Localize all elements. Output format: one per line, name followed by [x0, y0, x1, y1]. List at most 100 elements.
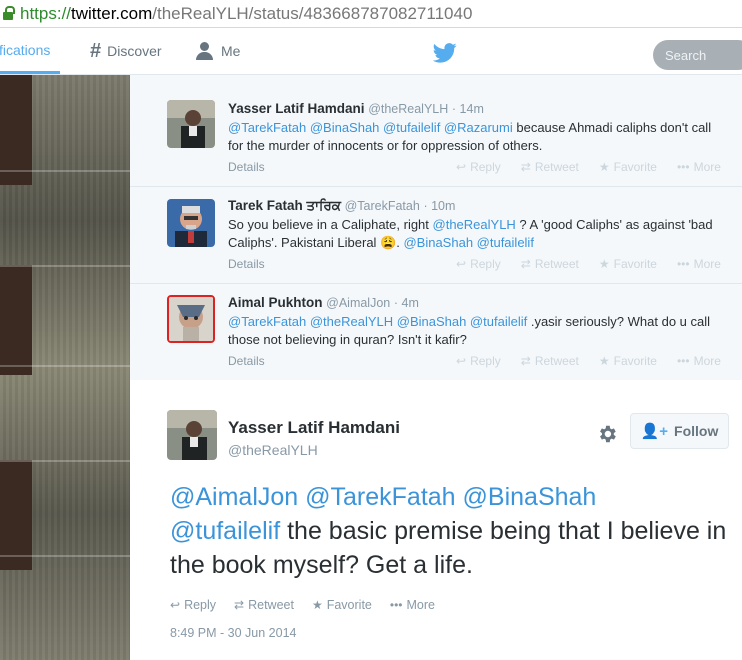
search-placeholder: Search — [665, 48, 707, 63]
reply-tweet[interactable]: Yasser Latif Hamdani @theRealYLH · 14m @… — [130, 75, 742, 187]
tweet-text: So you believe in a Caliphate, right @th… — [228, 216, 728, 252]
nav-me[interactable]: Me — [195, 28, 240, 74]
url-path: /theRealYLH/status/483668787082711040 — [152, 4, 473, 23]
avatar[interactable] — [167, 295, 215, 343]
retweet-label: Retweet — [248, 598, 294, 612]
tweet-text: @TarekFatah @BinaShah @tufailelif @Razar… — [228, 119, 728, 155]
nav-discover[interactable]: # Discover — [90, 28, 162, 74]
url-scheme: https:// — [20, 4, 72, 23]
retweet-label: Retweet — [534, 257, 579, 271]
top-navigation: tifications # Discover Me Search — [0, 28, 742, 75]
author-handle[interactable]: @theRealYLH — [228, 442, 318, 458]
focused-tweet: Yasser Latif Hamdani @theRealYLH 👤+ Foll… — [130, 380, 742, 660]
mention-link[interactable]: @theRealYLH — [433, 217, 516, 232]
reply-button[interactable]: ↩ Reply — [170, 598, 216, 612]
more-icon: ••• — [676, 354, 690, 368]
profile-background-image — [0, 75, 130, 660]
reply-label: Reply — [184, 598, 217, 612]
address-bar[interactable]: https://twitter.com/theRealYLH/status/48… — [0, 0, 742, 28]
favorite-label: Favorite — [613, 160, 657, 174]
reply-button[interactable]: ↩ Reply — [456, 160, 501, 174]
reply-tweet[interactable]: Aimal Pukhton @AimalJon · 4m @TarekFatah… — [130, 284, 742, 381]
favorite-label: Favorite — [613, 354, 657, 368]
avatar[interactable] — [167, 199, 215, 247]
avatar[interactable] — [167, 410, 217, 460]
favorite-button[interactable]: ★ Favorite — [312, 598, 372, 612]
star-icon: ★ — [598, 160, 610, 174]
hashtag-icon: # — [90, 39, 102, 62]
tweet-header: Aimal Pukhton @AimalJon · 4m — [228, 295, 419, 310]
follow-label: Follow — [674, 423, 719, 439]
nav-notifications-label: tifications — [0, 41, 51, 58]
mention-link[interactable]: @BinaShah @tufailelif — [403, 235, 533, 250]
add-user-icon: 👤+ — [640, 423, 669, 440]
author-name[interactable]: Aimal Pukhton — [228, 295, 323, 310]
details-link[interactable]: Details — [228, 354, 265, 368]
retweet-label: Retweet — [534, 354, 579, 368]
author-name[interactable]: Yasser Latif Hamdani — [228, 101, 365, 116]
mention-link[interactable]: @TarekFatah @BinaShah @tufailelif @Razar… — [228, 120, 513, 135]
more-label: More — [693, 354, 721, 368]
author-handle[interactable]: @theRealYLH — [368, 102, 448, 116]
author-name[interactable]: Tarek Fatah ਤਾਰਿਕ — [228, 198, 341, 213]
avatar[interactable] — [167, 100, 215, 148]
author-name[interactable]: Yasser Latif Hamdani — [228, 418, 400, 438]
follow-button[interactable]: 👤+ Follow — [630, 413, 729, 449]
nav-me-label: Me — [221, 43, 241, 59]
author-handle[interactable]: @AimalJon — [326, 296, 390, 310]
tweet-timestamp[interactable]: 8:49 PM - 30 Jun 2014 — [170, 626, 296, 640]
search-input[interactable]: Search — [653, 40, 742, 70]
tweet-header: Yasser Latif Hamdani @theRealYLH · 14m — [228, 101, 484, 116]
tweet-actions: ↩ Reply ⇄ Retweet ★ Favorite ••• More — [456, 354, 721, 368]
retweet-label: Retweet — [534, 160, 579, 174]
retweet-button[interactable]: ⇄ Retweet — [521, 354, 579, 368]
favorite-label: Favorite — [326, 598, 372, 612]
retweet-icon: ⇄ — [520, 354, 531, 368]
favorite-button[interactable]: ★ Favorite — [599, 354, 657, 368]
tweet-actions: ↩ Reply ⇄ Retweet ★ Favorite ••• More — [456, 160, 721, 174]
retweet-icon: ⇄ — [234, 598, 245, 612]
tweet-thread: Yasser Latif Hamdani @theRealYLH · 14m @… — [130, 75, 742, 660]
tweet-time[interactable]: · 10m — [423, 199, 455, 213]
more-button[interactable]: ••• More — [390, 598, 435, 612]
more-label: More — [406, 598, 435, 612]
more-button[interactable]: ••• More — [677, 160, 721, 174]
star-icon: ★ — [598, 257, 610, 271]
favorite-label: Favorite — [613, 257, 657, 271]
nav-notifications[interactable]: tifications — [0, 28, 61, 74]
retweet-button[interactable]: ⇄ Retweet — [521, 160, 579, 174]
tweet-actions: ↩ Reply ⇄ Retweet ★ Favorite ••• More — [456, 257, 721, 271]
url-text[interactable]: https://twitter.com/theRealYLH/status/48… — [20, 4, 472, 24]
tweet-text: @TarekFatah @theRealYLH @BinaShah @tufai… — [228, 313, 728, 349]
favorite-button[interactable]: ★ Favorite — [599, 160, 657, 174]
more-icon: ••• — [676, 257, 690, 271]
reply-button[interactable]: ↩ Reply — [456, 257, 501, 271]
gear-icon[interactable] — [596, 423, 618, 445]
reply-icon: ↩ — [456, 257, 467, 271]
more-button[interactable]: ••• More — [677, 354, 721, 368]
mention-link[interactable]: @TarekFatah @theRealYLH @BinaShah @tufai… — [228, 314, 527, 329]
tweet-text: @AimalJon @TarekFatah @BinaShah @tufailel… — [170, 480, 730, 582]
twitter-bird-icon[interactable] — [433, 43, 457, 63]
more-button[interactable]: ••• More — [677, 257, 721, 271]
reply-tweet[interactable]: Tarek Fatah ਤਾਰਿਕ @TarekFatah · 10m So y… — [130, 187, 742, 284]
author-handle[interactable]: @TarekFatah — [345, 199, 420, 213]
details-link[interactable]: Details — [228, 257, 265, 271]
tweet-time[interactable]: · 14m — [452, 102, 484, 116]
retweet-button[interactable]: ⇄ Retweet — [521, 257, 579, 271]
reply-icon: ↩ — [170, 598, 181, 612]
tweet-body-text: So you believe in a Caliphate, right — [228, 217, 433, 232]
reply-icon: ↩ — [456, 354, 467, 368]
mention-link[interactable]: @tufailelif — [170, 517, 280, 545]
tweet-header: Tarek Fatah ਤਾਰਿਕ @TarekFatah · 10m — [228, 198, 455, 214]
details-link[interactable]: Details — [228, 160, 265, 174]
more-label: More — [693, 160, 721, 174]
mention-link[interactable]: @AimalJon @TarekFatah @BinaShah — [170, 483, 596, 511]
retweet-button[interactable]: ⇄ Retweet — [234, 598, 294, 612]
retweet-icon: ⇄ — [520, 257, 531, 271]
url-host: twitter.com — [71, 4, 153, 23]
reply-button[interactable]: ↩ Reply — [456, 354, 501, 368]
more-label: More — [693, 257, 721, 271]
tweet-time[interactable]: · 4m — [394, 296, 419, 310]
favorite-button[interactable]: ★ Favorite — [599, 257, 657, 271]
